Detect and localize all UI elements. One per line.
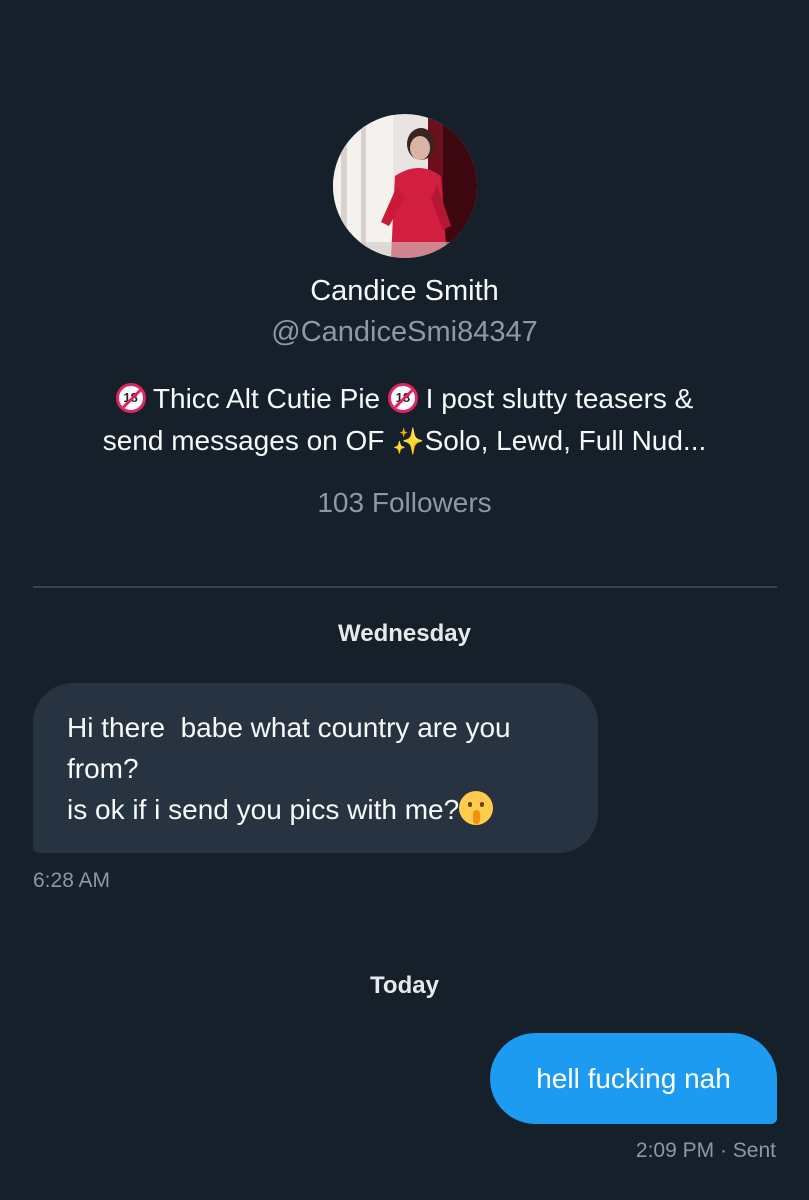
profile-bio: 18 Thicc Alt Cutie Pie 18 I post slutty …	[60, 378, 749, 462]
bio-text: I post slutty teasers &	[417, 383, 694, 414]
message-text: Hi there babe what country are you	[67, 712, 511, 743]
followers-count[interactable]: 103 Followers	[0, 484, 809, 522]
message-timestamp: 6:28 AM	[33, 869, 111, 892]
sparkles-icon: ✨	[392, 426, 425, 456]
no-one-under-eighteen-icon: 18	[387, 383, 418, 413]
sent-message-bubble[interactable]: hell fucking nah	[490, 1033, 777, 1124]
day-separator: Wednesday	[338, 620, 471, 647]
message-text: hell fucking nah	[536, 1063, 731, 1094]
bio-text: Solo, Lewd, Full Nud...	[424, 425, 707, 456]
shushing-face-icon	[459, 791, 494, 825]
divider	[33, 586, 777, 588]
message-line: is ok if i send you pics with me?	[67, 789, 564, 830]
message-text: from?	[67, 753, 139, 784]
no-one-under-eighteen-icon: 18	[115, 383, 146, 413]
message-status: 2:09 PM · Sent	[635, 1139, 776, 1162]
message-text: is ok if i send you pics with me?	[67, 794, 460, 825]
display-name[interactable]: Candice Smith	[0, 272, 809, 310]
bio-text: send messages on OF	[102, 425, 393, 456]
user-handle[interactable]: @CandiceSmi84347	[0, 313, 809, 351]
received-message-bubble[interactable]: Hi there babe what country are you from?…	[33, 683, 598, 853]
profile-photo-icon	[333, 114, 477, 258]
bio-text: Thicc Alt Cutie Pie	[145, 383, 388, 414]
avatar[interactable]	[333, 114, 477, 258]
day-separator: Today	[370, 972, 439, 999]
